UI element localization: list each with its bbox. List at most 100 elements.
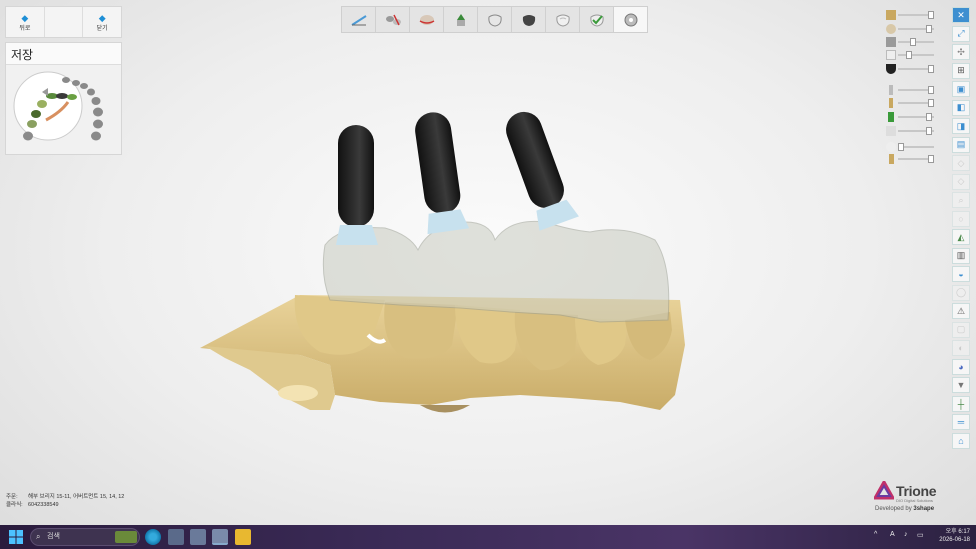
slider-row[interactable] [886,85,934,95]
reset-icon: ✣ [957,46,965,57]
model-viewport[interactable] [0,0,976,525]
battery-icon[interactable]: ▭ [917,531,924,539]
clipping-icon: ▥ [956,250,966,260]
ruler-icon: ═ [957,417,965,427]
model-icon [886,10,896,20]
clock-time: 오후 6:17 [945,529,970,535]
clock-date: 2026-06-18 [939,537,970,543]
view-side-button[interactable]: ◨ [952,118,970,134]
occlusion-tool-button[interactable]: ◒ [952,266,970,282]
dental-designer-icon[interactable] [212,529,228,545]
dental-app-icon[interactable] [190,529,206,545]
disabled-tool-button[interactable]: ⌕ [952,192,970,208]
view-side-icon: ◨ [956,120,966,131]
abutment-icon [886,64,896,74]
tool-icon: ◐ [958,343,964,353]
taskbar-clock[interactable]: 오후 6:17 2026-06-18 [930,528,970,544]
disabled-tool-button[interactable]: ◯ [952,284,970,301]
client-line: 클라식: 6042338549 [6,501,124,509]
warning-icon: ⚠ [956,305,966,316]
file-explorer-icon[interactable] [235,529,251,545]
measure-tool-button[interactable]: ◭ [952,229,970,245]
edge-browser-icon[interactable] [145,529,161,545]
antagonist-icon [886,37,896,47]
tool-icon: ○ [958,213,964,224]
view-top-icon: ▤ [956,139,966,149]
disabled-tool-button[interactable]: ▢ [952,321,970,338]
search-placeholder: 검색 [47,533,60,540]
screw-icon [889,98,893,108]
gingiva-icon [886,126,896,136]
ime-indicator[interactable]: A [890,531,895,538]
snapshot-tool-button[interactable]: ⌂ [952,432,970,449]
logo-name: Trione [896,483,937,499]
ruler-tool-button[interactable]: ═ [952,414,970,430]
slider-row[interactable] [886,64,934,74]
reset-view-button[interactable]: ✣ [952,44,970,60]
tool-icon: ◇ [957,157,965,168]
app-icon[interactable] [168,529,184,545]
developed-by: Developed by 3shape [875,506,934,512]
slider-row[interactable] [886,126,934,136]
order-line: 주문: 해부 브리지 15-11, 어버트먼트 15, 14, 12 [6,493,124,501]
tool-icon: ◯ [955,287,967,297]
close-icon: ✕ [957,9,965,20]
view-back-icon: ◧ [956,102,966,112]
tool-icon: ◇ [957,176,965,186]
fit-view-button[interactable]: ⤢ [952,25,970,42]
windows-start-icon[interactable] [9,530,23,544]
trione-logo-icon [872,478,896,500]
order-value: 해부 브리지 15-11, 어버트먼트 15, 14, 12 [28,494,125,500]
search-icon: ⌕ [36,532,41,541]
waxup-icon [886,142,896,152]
disabled-tool-button[interactable]: ◐ [952,340,970,356]
view-top-button[interactable]: ▤ [952,136,970,153]
section-icon: ⊞ [957,65,965,75]
disabled-tool-button[interactable]: ◇ [952,155,970,171]
slider-row[interactable] [886,50,934,60]
colormap-icon: ◕ [958,361,964,372]
client-label: 클라식: [6,502,23,508]
close-view-button[interactable]: ✕ [952,7,970,23]
expand-icon: ⤢ [957,28,965,38]
logo-subtitle: DIO Digital Solutions [896,498,933,503]
scanbody-icon [888,112,894,122]
disabled-tool-button[interactable]: ◇ [952,173,970,190]
disabled-tool-button[interactable]: ○ [952,210,970,227]
measure-icon: ◭ [957,231,965,242]
snapshot-icon: ⌂ [958,435,964,446]
slider-row[interactable] [886,24,934,34]
crown-view-button[interactable]: ▼ [952,377,970,393]
axis-icon: ┼ [957,398,965,409]
implant-icon [889,85,893,95]
slider-row[interactable] [886,37,934,47]
warning-tool-button[interactable]: ⚠ [952,303,970,319]
axis-tool-button[interactable]: ┼ [952,395,970,412]
windows-taskbar: ⌕ 검색 ^ A ♪ ▭ 오후 6:17 2026-06-18 [0,525,976,549]
chevron-up-icon[interactable]: ^ [874,531,877,538]
taskbar-search-input[interactable]: ⌕ 검색 [30,528,140,546]
order-info: 주문: 해부 브리지 15-11, 어버트먼트 15, 14, 12 클라식: 60… [6,493,124,509]
slider-row[interactable] [886,112,934,122]
view-front-button[interactable]: ▣ [952,81,970,97]
slider-row[interactable] [886,142,934,152]
developed-by-label: Developed by [875,506,912,512]
colormap-tool-button[interactable]: ◕ [952,358,970,375]
developer-brand: 3shape [913,506,935,512]
crown-view-icon: ▼ [956,380,966,390]
clipping-tool-button[interactable]: ▥ [952,247,970,264]
slider-row[interactable] [886,98,934,108]
client-value: 6042338549 [28,502,59,508]
slider-row[interactable] [886,154,934,164]
slider-row[interactable] [886,10,934,20]
section-view-button[interactable]: ⊞ [952,62,970,79]
volume-icon[interactable]: ♪ [904,531,908,538]
view-front-icon: ▣ [956,83,966,94]
search-highlight-icon [115,531,137,543]
post-icon [889,154,894,164]
view-back-button[interactable]: ◧ [952,99,970,116]
search-icon: ⌕ [958,194,964,205]
implant-abutments [336,111,579,245]
tool-icon: ▢ [956,324,966,334]
view-tools-column: ✕ ⤢ ✣ ⊞ ▣ ◧ ◨ ▤ ◇ ◇ ⌕ ○ ◭ ▥ ◒ ◯ ⚠ ▢ ◐ ◕ … [952,7,970,451]
